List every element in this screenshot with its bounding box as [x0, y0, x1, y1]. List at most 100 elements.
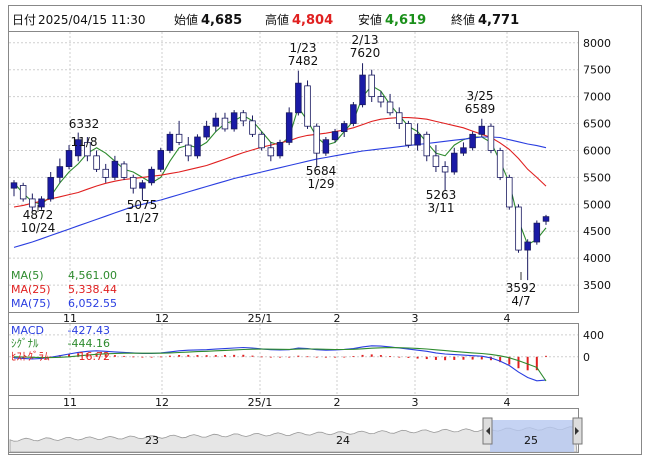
price-y-tick: 4000	[583, 252, 611, 265]
macd-legend-value: -444.16	[68, 337, 110, 350]
annotation-line2: 7482	[288, 54, 319, 68]
legend-name: MA(75)	[11, 297, 51, 310]
annotation-line2: 10/24	[21, 221, 56, 235]
annotation-line1: 3/25	[467, 89, 494, 103]
candle-up	[276, 141, 284, 157]
histogram-bar	[379, 355, 382, 357]
macd-x-tick: 2	[334, 396, 341, 409]
legend-name: MA(25)	[11, 283, 51, 296]
chart-canvas: 日付 2025/04/15 11:30 始値 4,685 高値 4,804 安値…	[8, 5, 642, 455]
candle-up	[460, 147, 467, 154]
low-value: 4,619	[385, 13, 426, 28]
histogram-bar	[288, 356, 291, 358]
candle-up	[212, 117, 220, 127]
macd-x-tick: 4	[504, 396, 511, 409]
histogram-bar	[416, 356, 419, 359]
navigator-tick: 25	[524, 434, 538, 447]
annotation-line1: 2/13	[352, 33, 379, 47]
histogram-bar	[150, 356, 153, 358]
price-x-tick: 12	[155, 312, 169, 325]
histogram-bar	[352, 356, 355, 357]
high-label: 高値	[265, 12, 289, 27]
annotation-line2: 6589	[465, 102, 496, 116]
annotation-line2: 4/7	[511, 294, 530, 308]
price-x-tick: 3	[412, 312, 419, 325]
candle-up	[203, 125, 210, 138]
macd-legend-name: ｼｸﾞﾅﾙ	[11, 337, 39, 350]
macd-y-tick: 400	[583, 329, 604, 342]
candle-down	[506, 176, 513, 208]
candle-down	[185, 144, 192, 157]
candle-up	[111, 160, 119, 178]
histogram-bar	[168, 355, 171, 357]
candle-up	[285, 112, 293, 143]
candle-up	[350, 104, 357, 124]
price-x-tick: 2	[334, 312, 341, 325]
annotation-line2: 7620	[350, 46, 381, 60]
histogram-bar	[279, 356, 281, 358]
high-value: 4,804	[292, 13, 333, 28]
candle-up	[10, 182, 18, 189]
histogram-bar	[425, 356, 428, 360]
price-y-tick: 8000	[583, 37, 611, 50]
price-y-tick: 6000	[583, 144, 611, 157]
navigator-tick: 24	[336, 434, 350, 447]
histogram-bar	[361, 354, 364, 357]
candle-down	[368, 74, 375, 98]
candle-up	[166, 133, 174, 151]
histogram-bar	[242, 354, 245, 357]
annotation-line1: 5263	[426, 188, 457, 202]
histogram-bar	[223, 354, 226, 357]
histogram-bar	[141, 356, 144, 358]
candle-up	[148, 168, 155, 184]
macd-x-tick: 11	[63, 396, 77, 409]
candle-up	[65, 150, 73, 168]
histogram-bar	[407, 356, 410, 358]
candle-up	[322, 139, 330, 154]
price-y-tick: 7000	[583, 91, 611, 104]
candle-down	[496, 150, 504, 178]
histogram-bar	[324, 356, 327, 358]
candle-up	[331, 131, 339, 141]
candle-up	[542, 216, 550, 222]
candle-down	[313, 125, 320, 154]
price-y-tick: 7500	[583, 64, 611, 77]
candle-up	[38, 198, 45, 208]
candle-down	[102, 168, 109, 178]
price-y-tick: 3500	[583, 279, 611, 292]
candle-up	[139, 182, 146, 189]
candle-up	[478, 125, 486, 135]
histogram-bar	[453, 356, 456, 360]
low-label: 安値	[358, 12, 382, 27]
candle-down	[29, 198, 36, 208]
histogram-bar	[334, 356, 337, 358]
histogram-bar	[214, 355, 217, 357]
macd-x-tick: 12	[155, 396, 169, 409]
open-value: 4,685	[201, 13, 242, 28]
histogram-bar	[187, 354, 190, 357]
annotation-line2: 11/27	[125, 211, 160, 225]
price-y-tick: 5000	[583, 198, 611, 211]
candle-down	[304, 85, 311, 127]
histogram-bar	[434, 356, 437, 360]
histogram-bar	[123, 355, 126, 357]
histogram-bar	[471, 356, 474, 360]
histogram-bar	[205, 355, 208, 357]
macd-legend-value: 16.72	[79, 350, 111, 363]
candle-down	[487, 125, 495, 151]
candle-down	[19, 185, 27, 200]
price-y-tick: 6500	[583, 118, 611, 131]
histogram-bar	[196, 355, 199, 357]
histogram-bar	[343, 356, 346, 358]
candle-up	[295, 82, 302, 114]
candle-down	[386, 101, 394, 114]
histogram-bar	[444, 356, 447, 361]
annotation-line1: 5075	[127, 198, 158, 212]
macd-legend-name: ﾋｽﾄｸﾞﾗﾑ	[11, 350, 50, 363]
candle-up	[533, 222, 541, 243]
candle-down	[240, 112, 247, 122]
candle-up	[194, 136, 201, 157]
macd-legend-name: MACD	[11, 324, 44, 337]
histogram-bar	[269, 356, 272, 358]
histogram-bar	[398, 356, 401, 358]
